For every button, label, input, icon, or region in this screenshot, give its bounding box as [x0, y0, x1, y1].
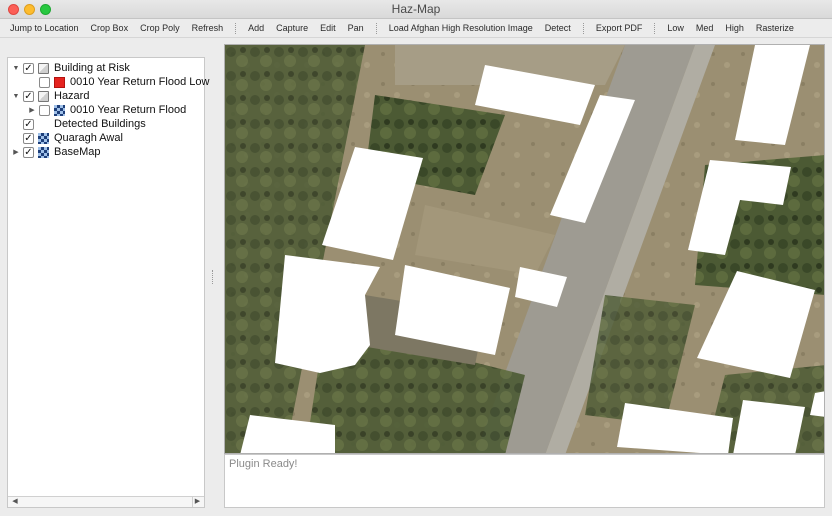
layer-label: Detected Buildings — [54, 118, 146, 130]
toolbar-capture-button[interactable]: Capture — [270, 19, 314, 38]
layer-item-building-at-risk[interactable]: ▼ ✓ Building at Risk — [11, 61, 130, 75]
toolbar-med-button[interactable]: Med — [690, 19, 720, 38]
toolbar-edit-button[interactable]: Edit — [314, 19, 342, 38]
layer-item-detected-buildings[interactable]: ✓ Detected Buildings — [11, 117, 146, 131]
collapse-arrow-icon[interactable]: ▶ — [11, 148, 21, 156]
toolbar: Jump to Location Crop Box Crop Poly Refresh… — [0, 19, 832, 38]
toolbar-load-afghan-high-resolution-image-button[interactable]: Load Afghan High Resolution Image — [383, 19, 539, 38]
layer-label: 0010 Year Return Flood — [70, 104, 187, 116]
panel-splitter-handle[interactable] — [212, 270, 215, 284]
raster-icon — [38, 146, 49, 158]
layer-visibility-checkbox[interactable]: ✓ — [23, 90, 34, 102]
layer-item-basemap[interactable]: ▶ ✓ BaseMap — [11, 145, 100, 159]
toolbar-low-button[interactable]: Low — [661, 19, 690, 38]
layer-item-hazard[interactable]: ▼ ✓ Hazard — [11, 89, 90, 103]
layers-horizontal-scrollbar[interactable]: ◀ ▶ — [8, 496, 204, 507]
layer-label: Building at Risk — [54, 62, 130, 74]
layer-item-quaragh-awal[interactable]: ✓ Quaragh Awal — [11, 131, 123, 145]
toolbar-separator — [582, 22, 584, 34]
scroll-right-arrow-icon[interactable]: ▶ — [192, 497, 202, 507]
window-title: Haz-Map — [391, 2, 441, 16]
group-layer-icon — [38, 62, 49, 74]
layers-panel[interactable]: ◀ ▶ ▼ ✓ Building at Risk 0010 Year Return F… — [7, 57, 209, 508]
toolbar-crop-box-button[interactable]: Crop Box — [85, 19, 135, 38]
title-bar: Haz-Map — [0, 0, 832, 19]
red-fill-icon — [54, 76, 65, 88]
layer-visibility-checkbox[interactable]: ✓ — [23, 118, 34, 130]
raster-icon — [54, 104, 65, 116]
layer-label: BaseMap — [54, 146, 101, 158]
toolbar-separator — [235, 22, 237, 34]
toolbar-jump-to-location-button[interactable]: Jump to Location — [4, 19, 85, 38]
toolbar-detect-button[interactable]: Detect — [539, 19, 577, 38]
raster-icon — [38, 132, 49, 144]
toolbar-pan-button[interactable]: Pan — [342, 19, 370, 38]
layer-visibility-checkbox[interactable]: ✓ — [23, 132, 34, 144]
layer-label: Hazard — [54, 90, 90, 102]
layer-label: Quaragh Awal — [54, 132, 123, 144]
layer-visibility-checkbox[interactable]: ✓ — [23, 62, 34, 74]
toolbar-export-pdf-button[interactable]: Export PDF — [590, 19, 649, 38]
scroll-left-arrow-icon[interactable]: ◀ — [10, 497, 20, 507]
layer-visibility-checkbox[interactable] — [39, 76, 50, 88]
toolbar-separator — [654, 22, 656, 34]
group-layer-icon — [38, 90, 49, 102]
layer-icon-placeholder — [38, 119, 49, 130]
layer-item-0010-year-return-flood[interactable]: ▶ 0010 Year Return Flood — [27, 103, 186, 117]
toolbar-add-button[interactable]: Add — [242, 19, 270, 38]
layer-item-0010-year-return-flood-low[interactable]: 0010 Year Return Flood Low — [27, 75, 209, 89]
collapse-arrow-icon[interactable]: ▶ — [27, 106, 37, 114]
toolbar-rasterize-button[interactable]: Rasterize — [750, 19, 800, 38]
toolbar-high-button[interactable]: High — [719, 19, 750, 38]
toolbar-separator — [375, 22, 377, 34]
aerial-imagery — [225, 45, 824, 453]
expand-arrow-icon[interactable]: ▼ — [11, 93, 21, 100]
log-message: Plugin Ready! — [229, 458, 298, 470]
toolbar-crop-poly-button[interactable]: Crop Poly — [134, 19, 186, 38]
toolbar-refresh-button[interactable]: Refresh — [186, 19, 230, 38]
layer-visibility-checkbox[interactable]: ✓ — [23, 146, 34, 158]
layer-visibility-checkbox[interactable] — [39, 104, 50, 116]
map-canvas[interactable] — [224, 44, 825, 454]
expand-arrow-icon[interactable]: ▼ — [11, 65, 21, 72]
layer-label: 0010 Year Return Flood Low — [70, 76, 210, 88]
log-panel: Plugin Ready! — [224, 454, 825, 508]
